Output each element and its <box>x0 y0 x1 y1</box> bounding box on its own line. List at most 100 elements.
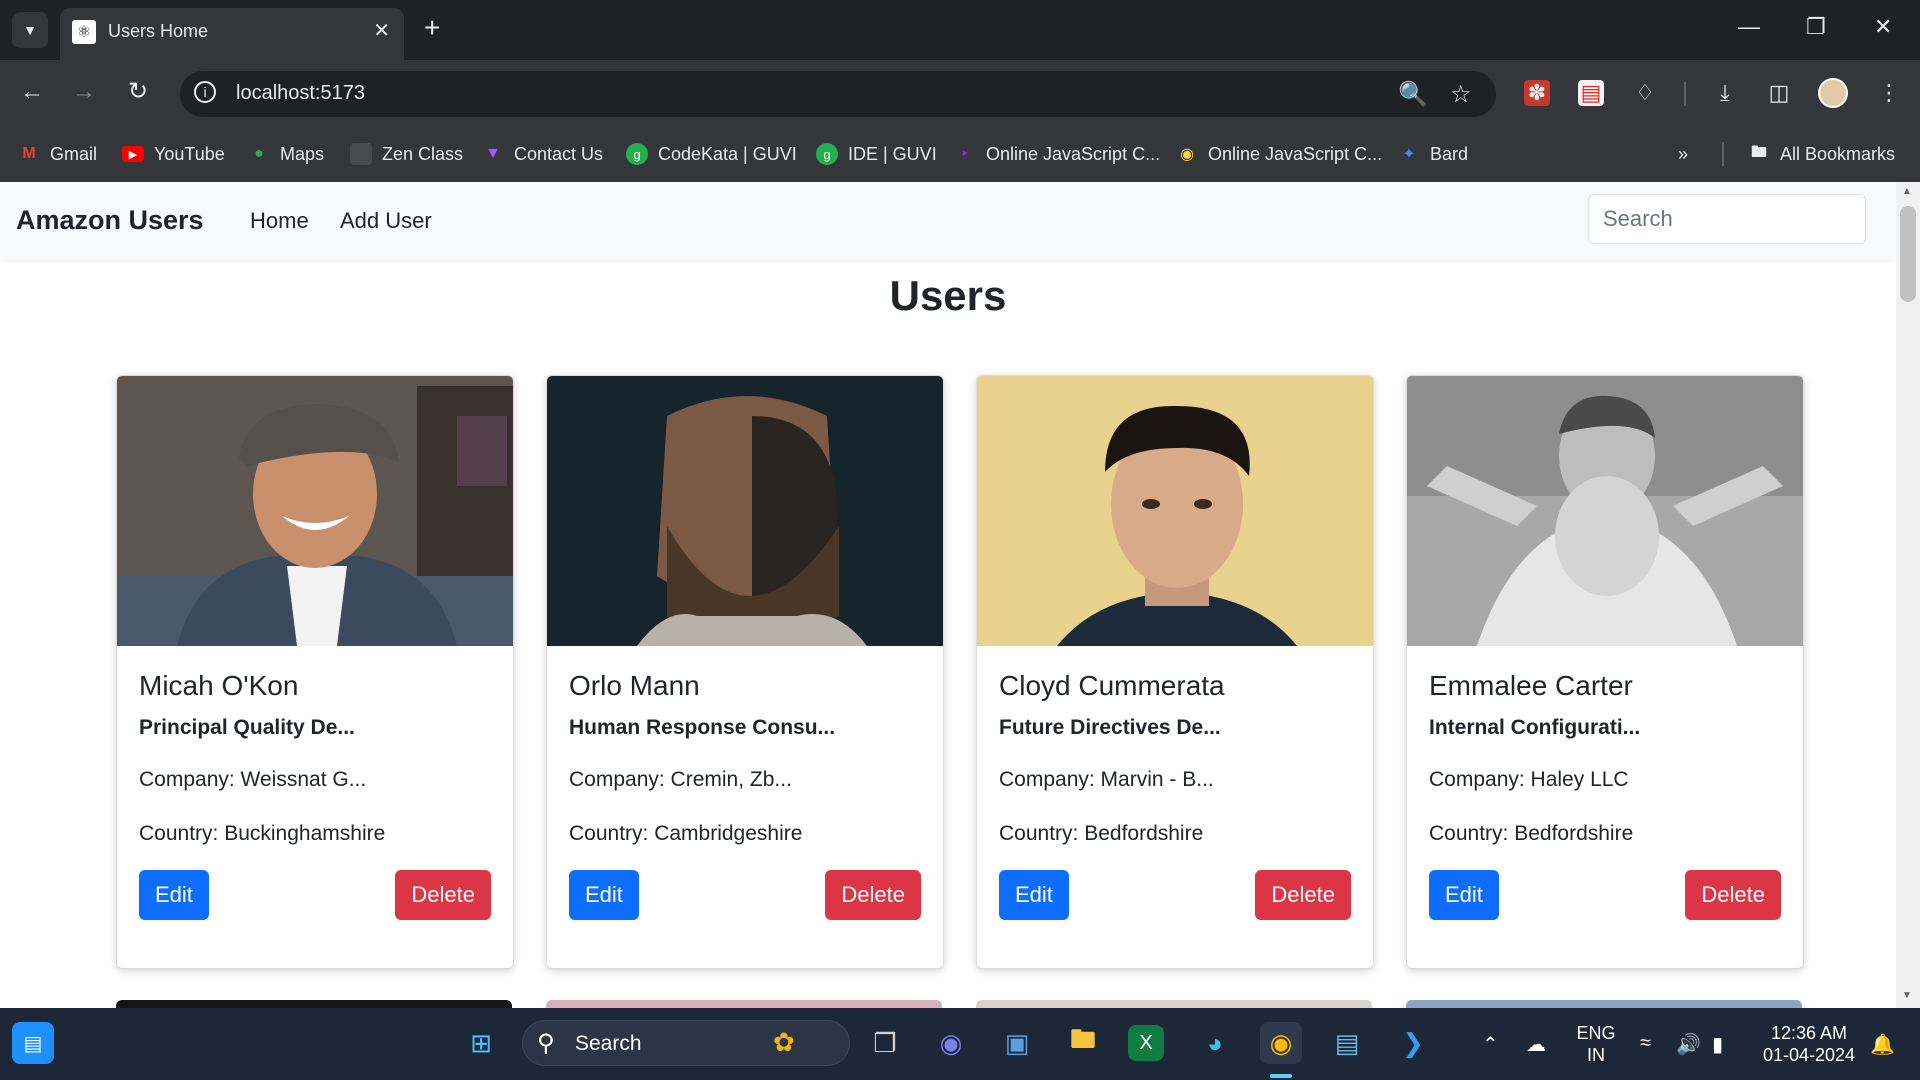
address-bar[interactable]: i localhost:5173 🔍 ☆ <box>180 71 1496 117</box>
windows-start-icon[interactable]: ⊞ <box>460 1022 502 1064</box>
folder-icon: 🖿 <box>1750 143 1767 161</box>
chrome-active-indicator <box>1270 1074 1292 1078</box>
extensions-puzzle-icon[interactable]: ♢ <box>1632 80 1658 106</box>
scroll-thumb[interactable] <box>1900 206 1916 302</box>
tab-close-icon[interactable]: ✕ <box>373 18 390 43</box>
bookmark-bard[interactable]: ✦ Bard <box>1398 140 1468 168</box>
minimize-icon[interactable]: — <box>1738 14 1760 40</box>
wifi-icon[interactable]: ≈ <box>1640 1032 1651 1055</box>
user-country: Country: Buckinghamshire <box>139 822 386 845</box>
user-card-next-row <box>546 1000 942 1008</box>
edge-icon[interactable]: ◕ <box>1194 1022 1236 1064</box>
search-input[interactable] <box>1588 194 1866 244</box>
browser-tab-active[interactable]: ⚛ Users Home ✕ <box>60 8 404 60</box>
bookmark-online-js-2[interactable]: ◉ Online JavaScript C... <box>1176 140 1382 168</box>
edit-button[interactable]: Edit <box>999 870 1069 920</box>
excel-icon[interactable]: X <box>1128 1025 1164 1061</box>
clock[interactable]: 12:36 AM 01-04-2024 <box>1756 1022 1862 1066</box>
brand-link[interactable]: Amazon Users <box>16 205 204 236</box>
bookmark-youtube[interactable]: ▶ YouTube <box>122 140 225 168</box>
notification-bell-icon[interactable]: 🔔 <box>1870 1032 1895 1057</box>
tray-overflow-chevron-icon[interactable]: ⌃ <box>1482 1032 1499 1057</box>
scroll-up-arrow-icon[interactable]: ▲ <box>1902 186 1912 197</box>
nav-add-user-link[interactable]: Add User <box>340 208 432 234</box>
taskbar-search-label: Search <box>575 1032 642 1055</box>
download-icon[interactable]: ⤓ <box>1712 80 1738 106</box>
user-photo <box>547 376 943 646</box>
file-explorer-icon[interactable]: 🖿 <box>1062 1022 1104 1064</box>
bookmark-label: YouTube <box>154 143 225 164</box>
app-navbar: Amazon Users Home Add User <box>0 182 1896 260</box>
tab-title: Users Home <box>108 21 209 41</box>
bookmark-ide-guvi[interactable]: g IDE | GUVI <box>816 140 937 168</box>
scroll-down-arrow-icon[interactable]: ▼ <box>1902 990 1912 1001</box>
extension-red-icon[interactable]: ✽ <box>1524 80 1550 106</box>
bookmark-codekata[interactable]: g CodeKata | GUVI <box>626 140 797 168</box>
user-card: Micah O'Kon Principal Quality De... Comp… <box>116 375 514 969</box>
widgets-icon[interactable]: ▤ <box>12 1022 54 1064</box>
zen-class-icon <box>350 143 372 165</box>
restore-icon[interactable]: ❐ <box>1806 14 1826 40</box>
edit-button[interactable]: Edit <box>569 870 639 920</box>
reload-icon[interactable]: ↻ <box>128 78 148 106</box>
user-company: Company: Cremin, Zb... <box>569 768 792 791</box>
task-view-icon[interactable]: ❐ <box>864 1022 906 1064</box>
delete-button[interactable]: Delete <box>825 870 921 920</box>
bookmark-star-icon[interactable]: ☆ <box>1450 80 1472 109</box>
page-scrollbar[interactable]: ▲ ▼ <box>1896 182 1920 1008</box>
delete-button[interactable]: Delete <box>395 870 491 920</box>
user-country: Country: Bedfordshire <box>1429 822 1634 845</box>
web-page: Amazon Users Home Add User Users Micah O… <box>0 182 1896 1008</box>
store-icon[interactable]: ▣ <box>996 1022 1038 1064</box>
bookmark-label: Zen Class <box>382 143 464 164</box>
user-card: Cloyd Cummerata Future Directives De... … <box>976 375 1374 969</box>
onedrive-icon[interactable]: ☁ <box>1526 1032 1546 1057</box>
taskbar-search[interactable]: ⚲ Search ✿ <box>522 1020 850 1066</box>
react-favicon-icon: ⚛ <box>72 20 96 44</box>
teams-chat-icon[interactable]: ◉ <box>930 1022 972 1064</box>
youtube-icon: ▶ <box>122 146 144 162</box>
notepad-icon[interactable]: ▤ <box>1326 1022 1368 1064</box>
bookmark-online-js-1[interactable]: ‣ Online JavaScript C... <box>954 140 1160 168</box>
user-company: Company: Marvin - B... <box>999 768 1214 791</box>
edit-button[interactable]: Edit <box>1429 870 1499 920</box>
bookmark-maps[interactable]: ● Maps <box>248 140 324 168</box>
bookmark-zen-class[interactable]: Zen Class <box>350 140 463 168</box>
close-window-icon[interactable]: ✕ <box>1874 14 1892 40</box>
extension-notes-icon[interactable]: ▤ <box>1578 80 1604 106</box>
vscode-icon[interactable]: ❯ <box>1392 1022 1434 1064</box>
toolbar-divider <box>1684 82 1686 106</box>
side-panel-icon[interactable]: ◫ <box>1766 80 1792 106</box>
search-highlight-icon: ✿ <box>773 1027 795 1057</box>
forward-arrow-icon[interactable]: → <box>72 78 96 106</box>
volume-icon[interactable]: 🔊 <box>1676 1032 1701 1057</box>
profile-avatar[interactable] <box>1818 78 1848 108</box>
user-photo <box>117 376 513 646</box>
url-text[interactable]: localhost:5173 <box>236 82 365 105</box>
menu-kebab-icon[interactable]: ⋮ <box>1876 80 1902 106</box>
all-bookmarks-button[interactable]: 🖿 All Bookmarks <box>1748 140 1895 168</box>
user-role: Future Directives De... <box>999 716 1221 739</box>
delete-button[interactable]: Delete <box>1255 870 1351 920</box>
bookmarks-overflow-icon[interactable]: » <box>1678 140 1688 168</box>
bookmarks-divider <box>1722 142 1724 166</box>
nav-home-link[interactable]: Home <box>250 208 309 234</box>
bookmark-gmail[interactable]: M Gmail <box>18 140 97 168</box>
edit-button[interactable]: Edit <box>139 870 209 920</box>
zoom-icon[interactable]: 🔍 <box>1398 80 1428 109</box>
site-info-icon[interactable]: i <box>194 81 216 103</box>
battery-icon[interactable]: ▮ <box>1712 1032 1723 1057</box>
user-photo <box>977 376 1373 646</box>
bookmark-label: Online JavaScript C... <box>986 143 1161 164</box>
new-tab-plus-icon[interactable]: + <box>424 12 440 44</box>
chrome-icon[interactable]: ◉ <box>1260 1022 1302 1064</box>
language-indicator[interactable]: ENG IN <box>1576 1022 1616 1066</box>
user-card-next-row <box>116 1000 512 1008</box>
user-photo <box>1407 376 1803 646</box>
back-arrow-icon[interactable]: ← <box>20 78 44 106</box>
tab-search-chevron-icon[interactable]: ▼ <box>12 12 48 48</box>
delete-button[interactable]: Delete <box>1685 870 1781 920</box>
user-role: Internal Configurati... <box>1429 716 1641 739</box>
bookmark-contact-us[interactable]: ▼ Contact Us <box>482 140 603 168</box>
bookmark-label: Contact Us <box>514 143 604 164</box>
